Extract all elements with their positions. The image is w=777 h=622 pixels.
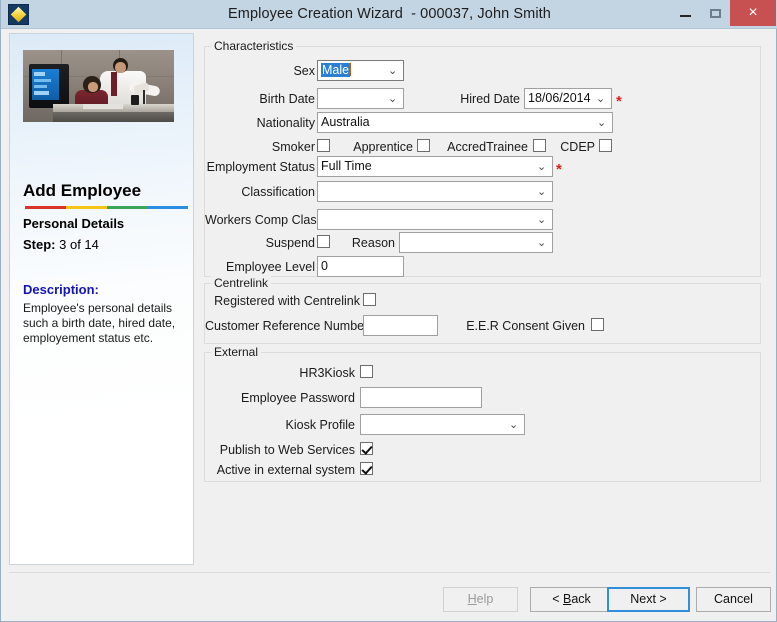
- maximize-icon: [710, 9, 721, 18]
- accent-color-bar: [25, 206, 188, 209]
- hr3kiosk-checkbox[interactable]: [360, 365, 373, 378]
- sex-combobox[interactable]: Male ⌄: [317, 60, 404, 81]
- back-button[interactable]: < Back: [530, 587, 613, 612]
- description-body: Employee's personal details such a birth…: [23, 301, 176, 345]
- description-heading: Description:: [23, 282, 99, 297]
- apprentice-checkbox[interactable]: [417, 139, 430, 152]
- external-group: External HR3Kiosk Employee Password Kios…: [204, 345, 761, 482]
- cancel-label: Cancel: [714, 592, 753, 606]
- workers-comp-class-label: Workers Comp Class: [205, 213, 323, 227]
- customer-reference-number-label: Customer Reference Number: [205, 319, 369, 333]
- classification-label: Classification: [241, 185, 315, 199]
- accent-green: [106, 206, 148, 209]
- maximize-button[interactable]: [700, 0, 730, 26]
- help-button[interactable]: Help: [443, 587, 518, 612]
- centrelink-legend: Centrelink: [211, 276, 272, 290]
- employment-status-combobox[interactable]: Full Time ⌄: [317, 156, 553, 177]
- employee-level-input[interactable]: 0: [317, 256, 404, 277]
- accred-trainee-checkbox[interactable]: [533, 139, 546, 152]
- characteristics-group: Characteristics Sex Male ⌄ Birth Date ⌄ …: [204, 39, 761, 277]
- active-external-label: Active in external system: [216, 463, 355, 477]
- suspend-checkbox[interactable]: [317, 235, 330, 248]
- chevron-down-icon: ⌄: [537, 214, 547, 226]
- hr3kiosk-label: HR3Kiosk: [299, 366, 355, 380]
- accent-blue: [147, 206, 188, 209]
- close-button[interactable]: ×: [730, 0, 776, 26]
- office-workers-photo: [23, 50, 174, 122]
- employee-level-label: Employee Level: [226, 260, 315, 274]
- chevron-down-icon: ⌄: [509, 419, 519, 431]
- chevron-down-icon: ⌄: [388, 65, 398, 77]
- next-button[interactable]: Next >: [607, 587, 690, 612]
- smoker-label: Smoker: [271, 140, 315, 154]
- publish-web-services-checkbox[interactable]: [360, 442, 373, 455]
- publish-web-services-label: Publish to Web Services: [219, 443, 355, 457]
- accent-red: [25, 206, 66, 209]
- close-icon: ×: [748, 4, 758, 21]
- employment-status-label: Employment Status: [206, 160, 315, 174]
- next-label: Next >: [630, 592, 667, 606]
- employee-password-input[interactable]: [360, 387, 482, 408]
- kiosk-profile-label: Kiosk Profile: [285, 418, 355, 432]
- hired-date-label: Hired Date: [460, 92, 520, 106]
- back-label: < Back: [552, 592, 591, 606]
- centrelink-group: Centrelink Registered with Centrelink Cu…: [204, 276, 761, 344]
- accred-trainee-label: AccredTrainee: [447, 140, 528, 154]
- chevron-down-icon: ⌄: [537, 161, 547, 173]
- registered-centrelink-label: Registered with Centrelink: [214, 294, 360, 308]
- employee-password-label: Employee Password: [241, 391, 355, 405]
- suspend-label: Suspend: [265, 236, 315, 250]
- minimize-icon: [680, 15, 691, 17]
- employment-status-value: Full Time: [321, 159, 372, 173]
- minimize-button[interactable]: [670, 0, 700, 26]
- smoker-checkbox[interactable]: [317, 139, 330, 152]
- window-title: Employee Creation Wizard - 000037, John …: [228, 6, 551, 22]
- step-value: 3 of 14: [59, 237, 99, 252]
- apprentice-label: Apprentice: [353, 140, 413, 154]
- chevron-down-icon: ⌄: [537, 186, 547, 198]
- sidebar-title: Add Employee: [23, 181, 142, 200]
- sex-label: Sex: [293, 64, 315, 78]
- classification-combobox[interactable]: ⌄: [317, 181, 553, 202]
- reason-label: Reason: [351, 236, 395, 250]
- chevron-down-icon: ⌄: [597, 117, 607, 129]
- hired-date-value: 18/06/2014: [528, 91, 591, 105]
- hired-date-combobox[interactable]: 18/06/2014 ⌄: [524, 88, 612, 109]
- eer-consent-label: E.E.R Consent Given: [466, 319, 585, 333]
- accent-yellow: [65, 206, 107, 209]
- nationality-value: Australia: [321, 115, 370, 129]
- cancel-button[interactable]: Cancel: [696, 587, 771, 612]
- help-label: Help: [467, 592, 494, 606]
- chevron-down-icon: ⌄: [388, 93, 398, 105]
- birth-date-combobox[interactable]: ⌄: [317, 88, 404, 109]
- sidebar-step: Step: 3 of 14: [23, 237, 99, 252]
- external-legend: External: [211, 345, 262, 359]
- wizard-sidebar: Add Employee Personal Details Step: 3 of…: [9, 33, 194, 565]
- employment-status-required-marker: *: [556, 161, 562, 178]
- wizard-button-bar: Help < Back Next > Cancel: [9, 572, 771, 614]
- step-label: Step:: [23, 237, 56, 252]
- registered-centrelink-checkbox[interactable]: [363, 293, 376, 306]
- cdep-label: CDEP: [560, 140, 595, 154]
- workers-comp-class-combobox[interactable]: ⌄: [317, 209, 553, 230]
- kiosk-profile-combobox[interactable]: ⌄: [360, 414, 525, 435]
- birth-date-label: Birth Date: [259, 92, 315, 106]
- nationality-combobox[interactable]: Australia ⌄: [317, 112, 613, 133]
- eer-consent-checkbox[interactable]: [591, 318, 604, 331]
- reason-combobox[interactable]: ⌄: [399, 232, 553, 253]
- title-bar: Employee Creation Wizard - 000037, John …: [1, 0, 777, 29]
- chevron-down-icon: ⌄: [537, 237, 547, 249]
- sidebar-subtitle: Personal Details: [23, 216, 125, 231]
- characteristics-legend: Characteristics: [211, 39, 297, 53]
- active-external-checkbox[interactable]: [360, 462, 373, 475]
- chevron-down-icon: ⌄: [596, 93, 606, 105]
- nationality-label: Nationality: [256, 116, 315, 130]
- cdep-checkbox[interactable]: [599, 139, 612, 152]
- sex-value: Male: [321, 63, 351, 77]
- wizard-window: Employee Creation Wizard - 000037, John …: [0, 0, 777, 622]
- hired-date-required-marker: *: [616, 93, 622, 110]
- customer-reference-number-input[interactable]: [363, 315, 438, 336]
